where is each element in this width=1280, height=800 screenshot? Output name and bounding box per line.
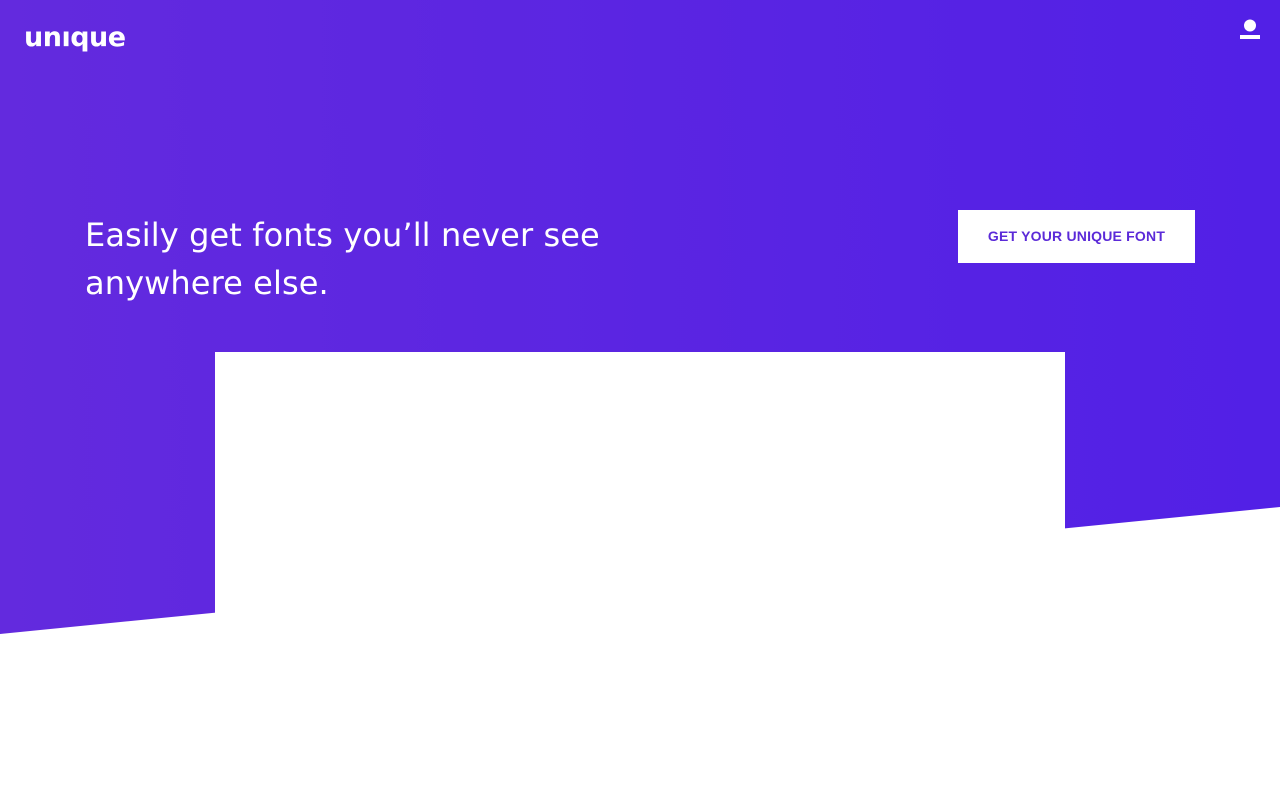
hero-background — [0, 0, 1280, 800]
get-unique-font-button[interactable]: GET YOUR UNIQUE FONT — [958, 210, 1195, 263]
page: unıque Easily get fonts you’ll never see… — [0, 0, 1280, 800]
site-header: unıque — [0, 0, 1280, 80]
hero-headline: Easily get fonts you’ll never see anywhe… — [85, 216, 600, 302]
content-panel — [215, 352, 1065, 800]
logo[interactable]: unıque — [24, 18, 126, 58]
user-icon[interactable] — [1238, 18, 1262, 42]
